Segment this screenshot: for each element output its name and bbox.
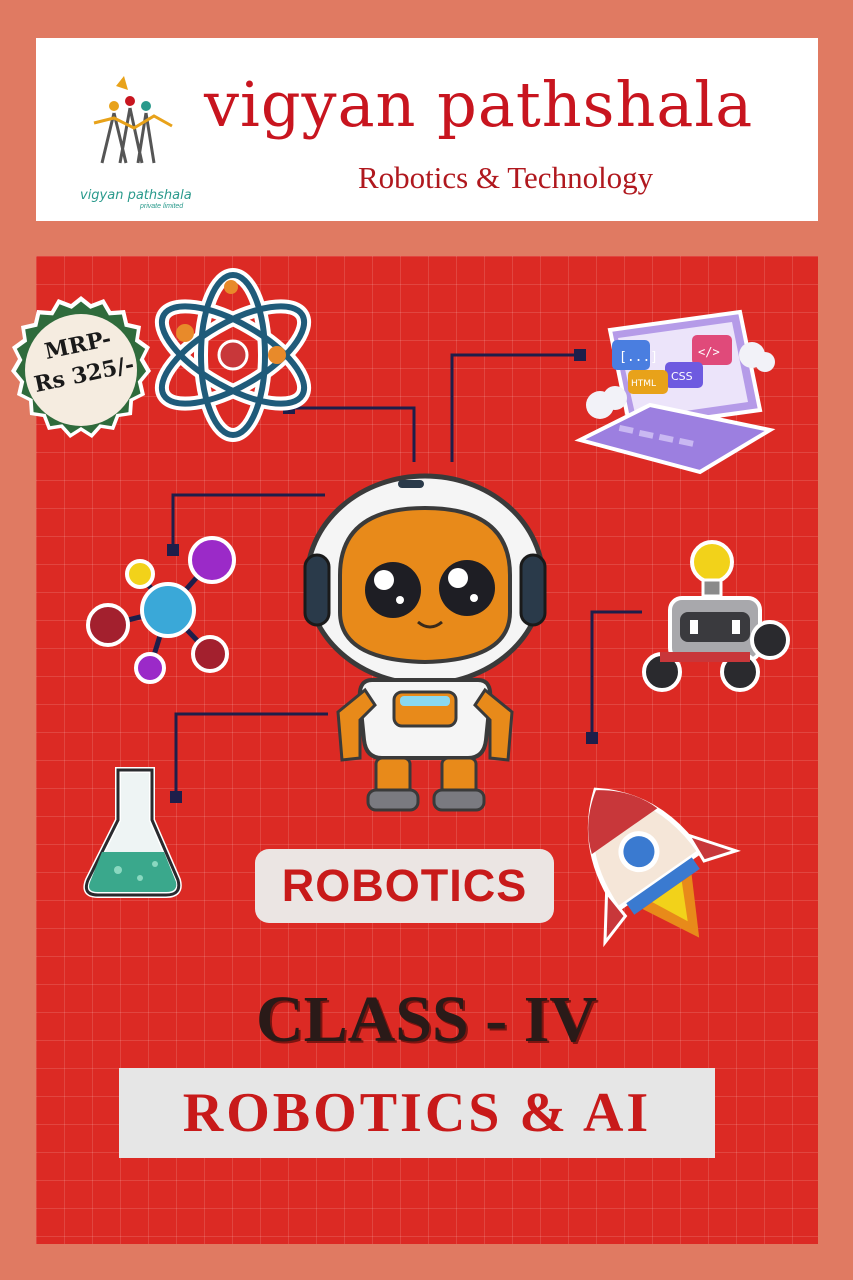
robot-car-icon [642,540,790,692]
robot-mascot [303,473,547,812]
svg-text:HTML: HTML [631,379,656,389]
molecule-icon [86,536,236,684]
svg-text:CSS: CSS [671,370,693,383]
subject-label: ROBOTICS [281,860,528,911]
subject-pill: ROBOTICS [255,849,554,923]
flask-icon [83,767,182,898]
svg-text:</>: </> [698,345,720,359]
book-title: ROBOTICS & AI [182,1082,652,1144]
rocket-icon [587,787,741,948]
svg-text:[...]: [...] [619,350,658,365]
book-title-box: ROBOTICS & AI [119,1068,715,1158]
class-title: CLASS - IV [255,983,598,1056]
laptop-code-icon: [...] </> CSS HTML [574,309,776,475]
